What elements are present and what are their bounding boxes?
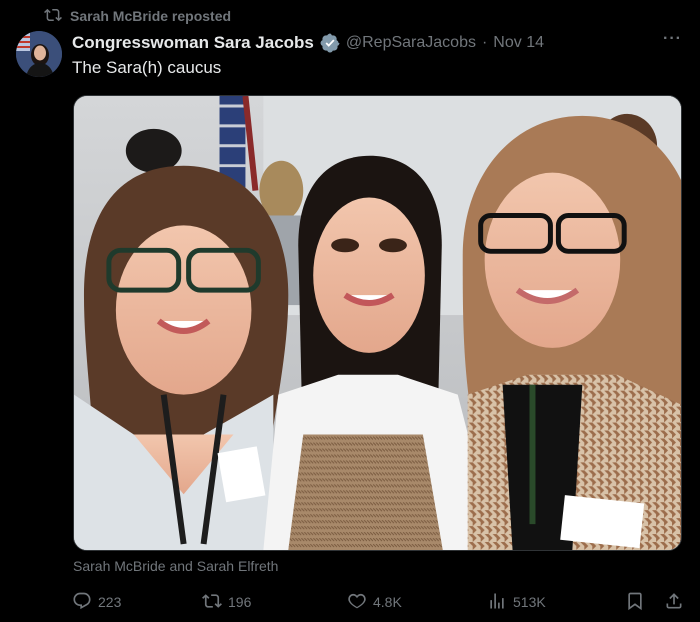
share-button[interactable]	[664, 590, 684, 614]
author-display-name[interactable]: Congresswoman Sara Jacobs	[72, 33, 314, 53]
repost-count: 196	[228, 594, 252, 610]
bookmark-icon	[625, 591, 645, 614]
repost-button[interactable]: 196	[202, 590, 251, 614]
more-options-button[interactable]: ···	[663, 30, 682, 48]
analytics-icon	[487, 591, 507, 614]
tweet-header: Congresswoman Sara Jacobs @RepSaraJacobs…	[72, 32, 684, 54]
repost-context[interactable]: Sarah McBride reposted	[44, 6, 231, 26]
tweet-actions: 223 196 4.8K 513K	[72, 590, 684, 614]
tweet-date[interactable]: Nov 14	[493, 34, 544, 52]
like-count: 4.8K	[373, 594, 402, 610]
reply-button[interactable]: 223	[72, 590, 121, 614]
media-caption: Sarah McBride and Sarah Elfreth	[73, 558, 279, 574]
like-button[interactable]: 4.8K	[347, 590, 402, 614]
author-handle[interactable]: @RepSaraJacobs	[346, 34, 476, 52]
heart-icon	[347, 591, 367, 614]
view-count: 513K	[513, 594, 546, 610]
repost-icon	[44, 6, 62, 27]
tweet-photo[interactable]	[73, 95, 682, 551]
reply-icon	[72, 591, 92, 614]
repost-label: Sarah McBride reposted	[70, 8, 232, 24]
tweet-text: The Sara(h) caucus	[72, 58, 222, 77]
share-icon	[664, 591, 684, 614]
repost-icon	[202, 591, 222, 614]
views-button[interactable]: 513K	[487, 590, 546, 614]
author-avatar[interactable]	[16, 31, 62, 77]
reply-count: 223	[98, 594, 122, 610]
verified-badge-icon[interactable]	[320, 33, 340, 53]
meta-separator: ·	[481, 34, 488, 51]
bookmark-button[interactable]	[625, 590, 645, 614]
